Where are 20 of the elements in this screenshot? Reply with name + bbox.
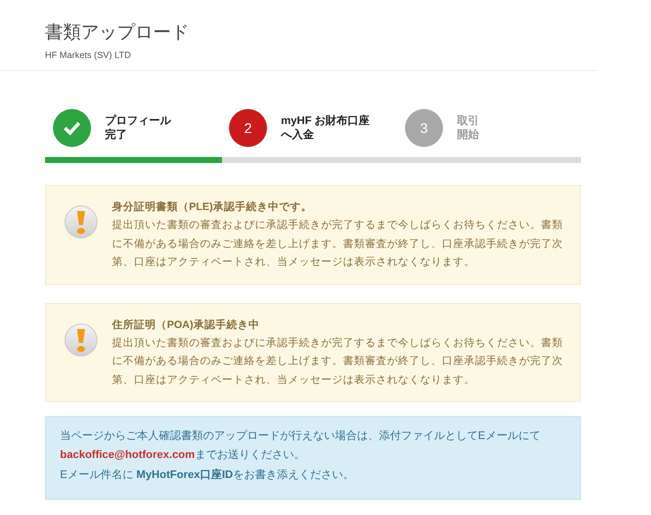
step-label: 完了	[105, 128, 127, 142]
alert-title: 住所証明（POA)承認手続き中	[112, 318, 260, 332]
step-label: 取引	[457, 114, 479, 128]
step-label: myHF お財布口座	[281, 114, 370, 128]
info-text: までお送りください。	[194, 449, 305, 462]
alert-title: 身分証明書類（PLE)承認手続き中です。	[112, 200, 313, 215]
step-number: 2	[229, 109, 267, 147]
warning-icon	[64, 205, 98, 239]
alert-message: 提出頂いた書類の審査およびに承認手続きが完了するまで今しばらくお待ちください。書類に不備がある場合のみご連絡を差し上げます。書類審査が終了し、口座承認手続きが完了次第、口座はアクティベートされ、当メッセージは表示されなくなります。	[112, 336, 564, 388]
warning-icon	[64, 322, 98, 356]
step-number: 3	[405, 109, 443, 147]
company-name: HF Markets (SV) LTD	[45, 50, 132, 60]
step-label: へ入金	[281, 128, 314, 142]
step-label: プロフィール	[105, 114, 171, 128]
step-label: 開始	[457, 128, 479, 142]
page-title: 書類アップロード	[45, 21, 190, 44]
info-text: Eメール件名に MyHotForex口座IDをお書き添えください。	[60, 468, 355, 482]
alert-message: 提出頂いた書類の審査およびに承認手続きが完了するまで今しばらくお待ちください。書類に不備がある場合のみご連絡を差し上げます。書類審査が終了し、口座承認手続きが完了次第、口座はアクティベートされ、当メッセージは表示されなくなります。	[112, 218, 564, 270]
info-text: 当ページからご本人確認書類のアップロードが行えない場合は、添付ファイルとしてEメールにて	[60, 428, 542, 444]
email-link[interactable]: backoffice@hotforex.com	[60, 449, 195, 462]
